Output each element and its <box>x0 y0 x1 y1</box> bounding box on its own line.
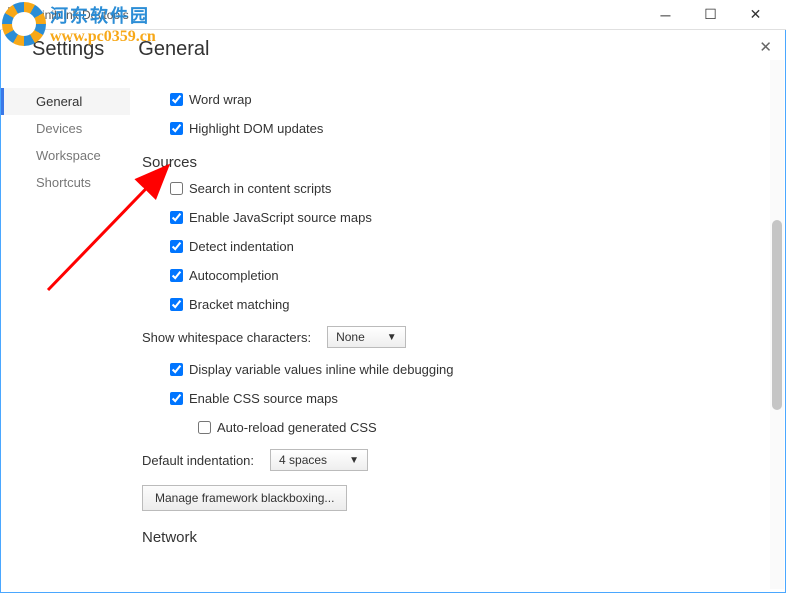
option-search-content-scripts[interactable]: Search in content scripts <box>170 181 768 196</box>
chevron-down-icon: ▼ <box>387 332 397 343</box>
checkbox-enable-js-maps[interactable] <box>170 211 183 224</box>
option-label: Enable JavaScript source maps <box>189 210 372 225</box>
checkbox-detect-indent[interactable] <box>170 240 183 253</box>
checkbox-highlight-dom[interactable] <box>170 122 183 135</box>
section-header-sources: Sources <box>142 154 768 171</box>
select-default-indent[interactable]: 4 spaces ▼ <box>270 449 368 471</box>
scrollbar-thumb[interactable] <box>772 220 782 410</box>
option-auto-reload-css[interactable]: Auto-reload generated CSS <box>198 420 768 435</box>
maximize-button[interactable]: ☐ <box>688 1 733 29</box>
option-label: Enable CSS source maps <box>189 391 338 406</box>
option-label: Show whitespace characters: <box>142 330 311 345</box>
chevron-down-icon: ▼ <box>349 455 359 466</box>
sidebar-item-general[interactable]: General <box>0 88 130 115</box>
option-default-indent: Default indentation: 4 spaces ▼ <box>142 449 768 471</box>
close-button[interactable]: ✕ <box>733 1 778 29</box>
option-word-wrap[interactable]: Word wrap <box>170 92 768 107</box>
option-label: Display variable values inline while deb… <box>189 362 454 377</box>
sidebar-item-devices[interactable]: Devices <box>0 115 130 142</box>
checkbox-autocomplete[interactable] <box>170 269 183 282</box>
select-whitespace[interactable]: None ▼ <box>327 326 406 348</box>
checkbox-display-inline[interactable] <box>170 363 183 376</box>
checkbox-enable-css-maps[interactable] <box>170 392 183 405</box>
option-label: Auto-reload generated CSS <box>217 420 377 435</box>
option-whitespace: Show whitespace characters: None ▼ <box>142 326 768 348</box>
checkbox-search-content-scripts[interactable] <box>170 182 183 195</box>
settings-title: Settings <box>32 38 104 61</box>
option-enable-js-maps[interactable]: Enable JavaScript source maps <box>170 210 768 225</box>
option-detect-indent[interactable]: Detect indentation <box>170 239 768 254</box>
option-label: Word wrap <box>189 92 252 107</box>
checkbox-auto-reload-css[interactable] <box>198 421 211 434</box>
settings-section-title: General <box>138 38 209 61</box>
select-value: None <box>336 330 365 344</box>
app-icon <box>8 7 24 23</box>
option-enable-css-maps[interactable]: Enable CSS source maps <box>170 391 768 406</box>
checkbox-bracket-match[interactable] <box>170 298 183 311</box>
sidebar-item-shortcuts[interactable]: Shortcuts <box>0 169 130 196</box>
section-header-network: Network <box>142 529 768 546</box>
manage-blackboxing-button[interactable]: Manage framework blackboxing... <box>142 485 347 511</box>
window-title: Miniblink Devtools <box>32 8 643 22</box>
settings-header: Settings General ✕ <box>0 30 786 76</box>
sidebar-item-label: Devices <box>36 121 82 136</box>
option-autocomplete[interactable]: Autocompletion <box>170 268 768 283</box>
option-label: Detect indentation <box>189 239 294 254</box>
option-label: Default indentation: <box>142 453 254 468</box>
option-label: Search in content scripts <box>189 181 331 196</box>
select-value: 4 spaces <box>279 453 327 467</box>
sidebar-item-label: Shortcuts <box>36 175 91 190</box>
settings-main: Word wrap Highlight DOM updates Sources … <box>130 76 786 586</box>
option-highlight-dom[interactable]: Highlight DOM updates <box>170 121 768 136</box>
settings-sidebar: General Devices Workspace Shortcuts <box>0 76 130 586</box>
option-label: Autocompletion <box>189 268 279 283</box>
window-titlebar: Miniblink Devtools ─ ☐ ✕ <box>0 0 786 30</box>
option-display-inline[interactable]: Display variable values inline while deb… <box>170 362 768 377</box>
scrollbar-track[interactable] <box>770 60 784 589</box>
sidebar-item-workspace[interactable]: Workspace <box>0 142 130 169</box>
sidebar-item-label: Workspace <box>36 148 101 163</box>
option-label: Bracket matching <box>189 297 289 312</box>
checkbox-word-wrap[interactable] <box>170 93 183 106</box>
minimize-button[interactable]: ─ <box>643 1 688 29</box>
close-panel-icon[interactable]: ✕ <box>759 38 772 56</box>
sidebar-item-label: General <box>36 94 82 109</box>
option-bracket-match[interactable]: Bracket matching <box>170 297 768 312</box>
option-label: Highlight DOM updates <box>189 121 323 136</box>
